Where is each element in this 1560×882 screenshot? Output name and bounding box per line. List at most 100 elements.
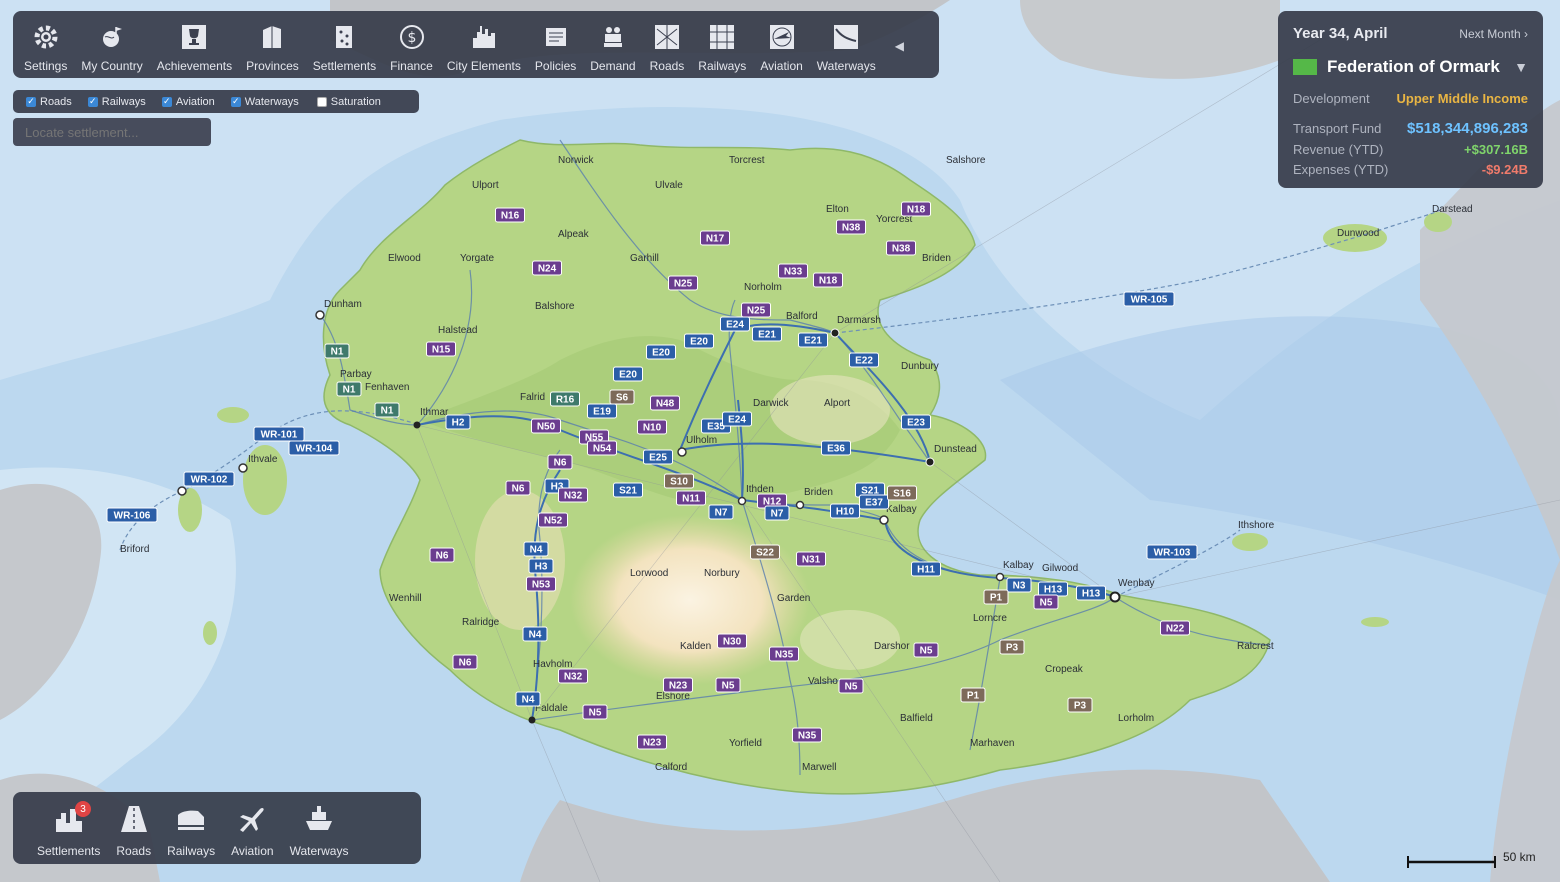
route-marker[interactable]: N38 [886,240,916,256]
place-label[interactable]: Dunham [324,299,362,310]
route-marker[interactable]: N22 [1160,620,1190,636]
bottom-settlements[interactable]: 3 Settlements [37,792,100,858]
place-label[interactable]: Yorgate [460,253,495,264]
toolbar-settings[interactable]: Settings [17,11,74,78]
toolbar-achievements[interactable]: Achievements [150,11,239,78]
route-marker[interactable]: N35 [769,646,799,662]
settlement-search-input[interactable] [13,118,211,146]
route-marker[interactable]: P3 [999,639,1025,655]
place-label[interactable]: Wenbay [1118,578,1155,589]
route-marker[interactable]: S21 [613,482,643,498]
route-marker[interactable]: E20 [684,333,714,349]
place-label[interactable]: Ulvale [655,180,683,191]
place-label[interactable]: Balfield [900,713,933,724]
place-label[interactable]: Ithden [746,484,774,495]
place-label[interactable]: Cropeak [1045,664,1084,675]
route-marker[interactable]: N16 [495,207,525,223]
toolbar-roads[interactable]: Roads [643,11,692,78]
route-marker[interactable]: P1 [983,589,1009,605]
toolbar-settlements[interactable]: Settlements [306,11,383,78]
place-label[interactable]: Briden [804,487,833,498]
route-marker[interactable]: N23 [637,734,667,750]
toolbar-policies[interactable]: Policies [528,11,583,78]
route-marker[interactable]: P1 [960,687,986,703]
place-label[interactable]: Lorncre [973,613,1007,624]
place-label[interactable]: Salshore [946,155,986,166]
place-label[interactable]: Lorwood [630,568,668,579]
place-label[interactable]: Briden [922,253,951,264]
route-marker[interactable]: E21 [752,326,782,342]
place-label[interactable]: Balford [786,311,818,322]
place-label[interactable]: Ralridge [462,617,500,628]
route-marker[interactable]: H13 [1038,581,1068,597]
bottom-railways[interactable]: Railways [167,792,215,858]
place-label[interactable]: Garhill [630,253,659,264]
place-label[interactable]: Ulholm [686,435,717,446]
place-label[interactable]: Balshore [535,301,575,312]
bottom-aviation[interactable]: Aviation [231,792,274,858]
route-marker[interactable]: WR-103 [1146,544,1198,560]
route-marker[interactable]: N32 [558,487,588,503]
place-label[interactable]: Halstead [438,325,477,336]
bottom-waterways[interactable]: Waterways [290,792,348,858]
route-marker[interactable]: WR-104 [288,440,340,456]
route-marker[interactable]: E20 [613,366,643,382]
place-label[interactable]: Norwick [558,155,595,166]
route-marker[interactable]: S10 [664,473,694,489]
route-marker[interactable]: N1 [374,402,400,418]
filter-saturation[interactable]: Saturation [316,96,381,108]
chevron-down-icon[interactable]: ▼ [1514,59,1528,75]
route-marker[interactable]: E25 [643,449,673,465]
place-label[interactable]: Elwood [388,253,421,264]
toolbar-railways[interactable]: Railways [691,11,753,78]
route-marker[interactable]: N33 [778,263,808,279]
place-label[interactable]: Falrid [520,392,545,403]
place-label[interactable]: Ulport [472,180,499,191]
route-marker[interactable]: H3 [528,558,554,574]
route-marker[interactable]: H2 [445,414,471,430]
toolbar-waterways[interactable]: Waterways [810,11,883,78]
toolbar-demand[interactable]: Demand [583,11,642,78]
place-label[interactable]: Alport [824,398,850,409]
place-label[interactable]: Ithmar [420,407,449,418]
route-marker[interactable]: N52 [538,512,568,528]
route-marker[interactable]: N23 [663,677,693,693]
route-marker[interactable]: N32 [558,668,588,684]
checkbox-checked-icon[interactable]: ✓ [161,96,172,107]
place-label[interactable]: Parbay [340,369,372,380]
route-marker[interactable]: H10 [830,503,860,519]
place-label[interactable]: Lorholm [1118,713,1154,724]
toolbar-provinces[interactable]: Provinces [239,11,306,78]
place-label[interactable]: Norbury [704,568,740,579]
route-marker[interactable]: N3 [1006,577,1032,593]
place-label[interactable]: Valsho [808,676,838,687]
route-marker[interactable]: E19 [587,403,617,419]
place-label[interactable]: Darwick [753,398,790,409]
place-label[interactable]: Gilwood [1042,563,1078,574]
route-marker[interactable]: S6 [609,389,635,405]
route-marker[interactable]: WR-106 [106,507,158,523]
place-label[interactable]: Darstead [1432,204,1473,215]
route-marker[interactable]: N17 [700,230,730,246]
route-marker[interactable]: N5 [838,678,864,694]
route-marker[interactable]: N30 [717,633,747,649]
place-label[interactable]: Dunbury [901,361,939,372]
route-marker[interactable]: N35 [792,727,822,743]
route-marker[interactable]: N5 [913,642,939,658]
place-label[interactable]: Dunwood [1337,228,1379,239]
route-marker[interactable]: N53 [526,576,556,592]
filter-roads[interactable]: ✓ Roads [26,96,72,108]
next-month-button[interactable]: Next Month › [1459,27,1528,41]
route-marker[interactable]: E24 [722,411,752,427]
route-marker[interactable]: N6 [452,654,478,670]
route-marker[interactable]: N25 [741,302,771,318]
toolbar-city-elements[interactable]: City Elements [440,11,528,78]
place-label[interactable]: Kalbay [1003,560,1034,571]
place-label[interactable]: Elshore [656,691,690,702]
toolbar-finance[interactable]: $ Finance [383,11,440,78]
route-marker[interactable]: N6 [429,547,455,563]
place-label[interactable]: Ithvale [248,454,278,465]
filter-railways[interactable]: ✓ Railways [87,96,146,108]
place-label[interactable]: Calford [655,762,687,773]
route-marker[interactable]: N5 [1033,594,1059,610]
